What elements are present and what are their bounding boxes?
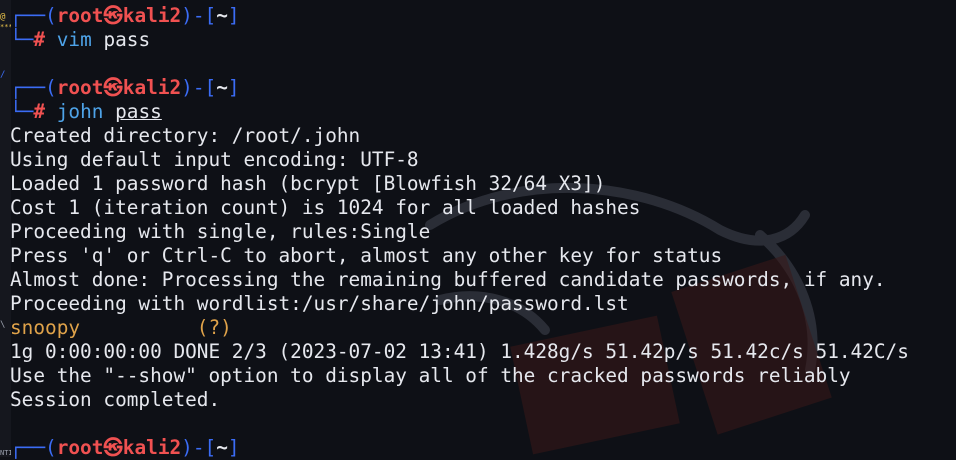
prompt-host: kali2 (122, 4, 182, 27)
prompt-user: root (56, 4, 104, 27)
prompt-line: ┌──(root㉿kali2)-[~] (10, 436, 240, 459)
command-name: john (56, 100, 104, 123)
cracked-password: snoopy (10, 316, 81, 339)
prompt-line: ┌──(root㉿kali2)-[~] (10, 76, 240, 99)
prompt-user: root (56, 76, 104, 99)
terminal[interactable]: ┌──(root㉿kali2)-[~] └─# vim pass ┌──(roo… (10, 4, 956, 460)
output-line: Cost 1 (iteration count) is 1024 for all… (10, 196, 641, 219)
cracked-user: (?) (196, 316, 232, 339)
output-line: 1g 0:00:00:00 DONE 2/3 (2023-07-02 13:41… (10, 340, 909, 363)
prompt-line: ┌──(root㉿kali2)-[~] (10, 4, 240, 27)
output-line: Proceeding with single, rules:Single (10, 220, 431, 243)
skull-icon: ㉿ (103, 76, 123, 99)
command-line: └─# john pass (10, 100, 162, 123)
prompt-hash: # (33, 100, 46, 123)
cracked-line: snoopy (?) (10, 316, 956, 340)
output-line: Using default input encoding: UTF-8 (10, 148, 419, 171)
skull-icon: ㉿ (103, 436, 123, 459)
prompt-user: root (56, 436, 104, 459)
command-arg: pass (115, 100, 162, 123)
output-line: Loaded 1 password hash (bcrypt [Blowfish… (10, 172, 606, 195)
prompt-hash: # (33, 28, 46, 51)
prompt-host: kali2 (122, 76, 182, 99)
output-line: Created directory: /root/.john (10, 124, 361, 147)
output-line: Almost done: Processing the remaining bu… (10, 268, 886, 291)
command-name: vim (56, 28, 92, 51)
prompt-cwd: ~ (216, 4, 228, 27)
output-line: Proceeding with wordlist:/usr/share/john… (10, 292, 629, 315)
prompt-cwd: ~ (216, 76, 228, 99)
prompt-cwd: ~ (216, 436, 228, 459)
skull-icon: ㉿ (103, 4, 123, 27)
prompt-host: kali2 (122, 436, 182, 459)
output-line: Press 'q' or Ctrl-C to abort, almost any… (10, 244, 723, 267)
output-line: Use the "--show" option to display all o… (10, 364, 851, 387)
command-line: └─# vim pass (10, 28, 151, 51)
output-line: Session completed. (10, 388, 221, 411)
command-arg: pass (103, 28, 151, 51)
